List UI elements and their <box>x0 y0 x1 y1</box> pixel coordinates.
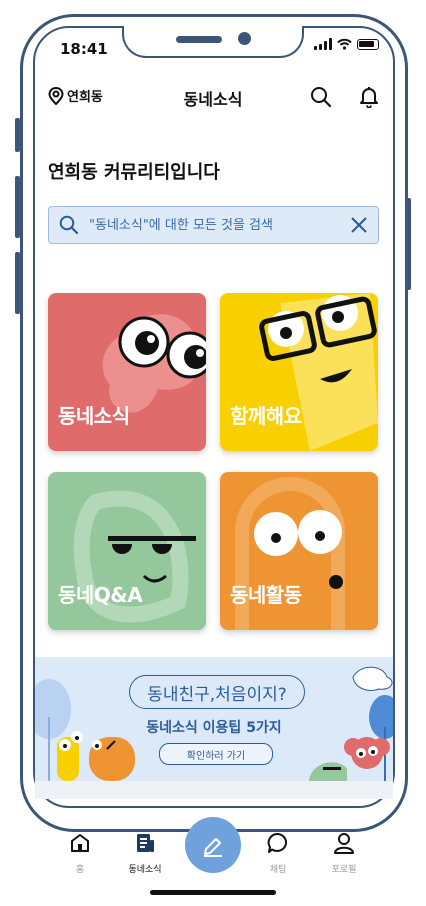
tab-chat[interactable]: 채팅 <box>253 832 303 875</box>
search-bar <box>48 206 379 244</box>
cellular-signal-icon <box>314 38 332 50</box>
card-together[interactable]: 함께해요 <box>220 293 378 451</box>
search-input[interactable] <box>87 216 342 234</box>
notification-button[interactable] <box>356 84 382 110</box>
pencil-icon <box>204 838 222 857</box>
tab-label: 포로필 <box>331 865 357 875</box>
speaker <box>176 36 222 43</box>
battery-icon <box>357 38 379 50</box>
tab-profile[interactable]: 포로필 <box>319 832 369 875</box>
location-label: 연희동 <box>67 90 103 105</box>
banner-subtitle: 동네소식 이용팁 5가지 <box>146 720 282 736</box>
chat-icon <box>267 832 287 853</box>
location-pin-icon <box>48 86 64 105</box>
search-icon <box>311 87 332 108</box>
tab-label: 홈 <box>75 865 85 875</box>
card-label: 동네활동 <box>230 583 302 607</box>
wifi-icon <box>337 38 352 50</box>
location-selector[interactable]: 연희동 <box>48 86 103 105</box>
home-icon <box>71 834 89 852</box>
write-post-button[interactable] <box>185 817 241 873</box>
card-label: 동네Q&A <box>58 583 143 607</box>
status-icons <box>314 38 379 50</box>
camera <box>238 32 251 45</box>
news-icon <box>137 834 154 852</box>
tab-home[interactable]: 홈 <box>55 832 105 875</box>
page-title: 연희동 커뮤리티입니다 <box>48 162 220 183</box>
tab-local-news[interactable]: 동네소식 <box>120 832 170 875</box>
search-icon <box>59 215 79 235</box>
banner-title: 동내친구,처음이지? <box>129 675 305 709</box>
tab-label: 동네소식 <box>128 865 162 875</box>
profile-icon <box>334 833 354 854</box>
tab-label: 채팅 <box>269 865 287 875</box>
card-local-news[interactable]: 동네소식 <box>48 293 206 451</box>
status-time: 18:41 <box>60 40 108 58</box>
clear-search-icon[interactable] <box>350 216 368 234</box>
home-indicator <box>150 890 276 895</box>
card-local-activity[interactable]: 동네활동 <box>220 472 378 630</box>
onboarding-banner[interactable]: 동내친구,처음이지? 동네소식 이용팁 5가지 확인하러 가기 <box>35 657 393 781</box>
bell-icon <box>360 87 378 108</box>
card-label: 함께해요 <box>230 404 302 428</box>
banner-button[interactable]: 확인하러 가기 <box>159 743 273 765</box>
search-button[interactable] <box>308 84 334 110</box>
card-label: 동네소식 <box>58 404 130 428</box>
card-local-qa[interactable]: 동네Q&A <box>48 472 206 630</box>
divider-strip <box>35 781 393 799</box>
